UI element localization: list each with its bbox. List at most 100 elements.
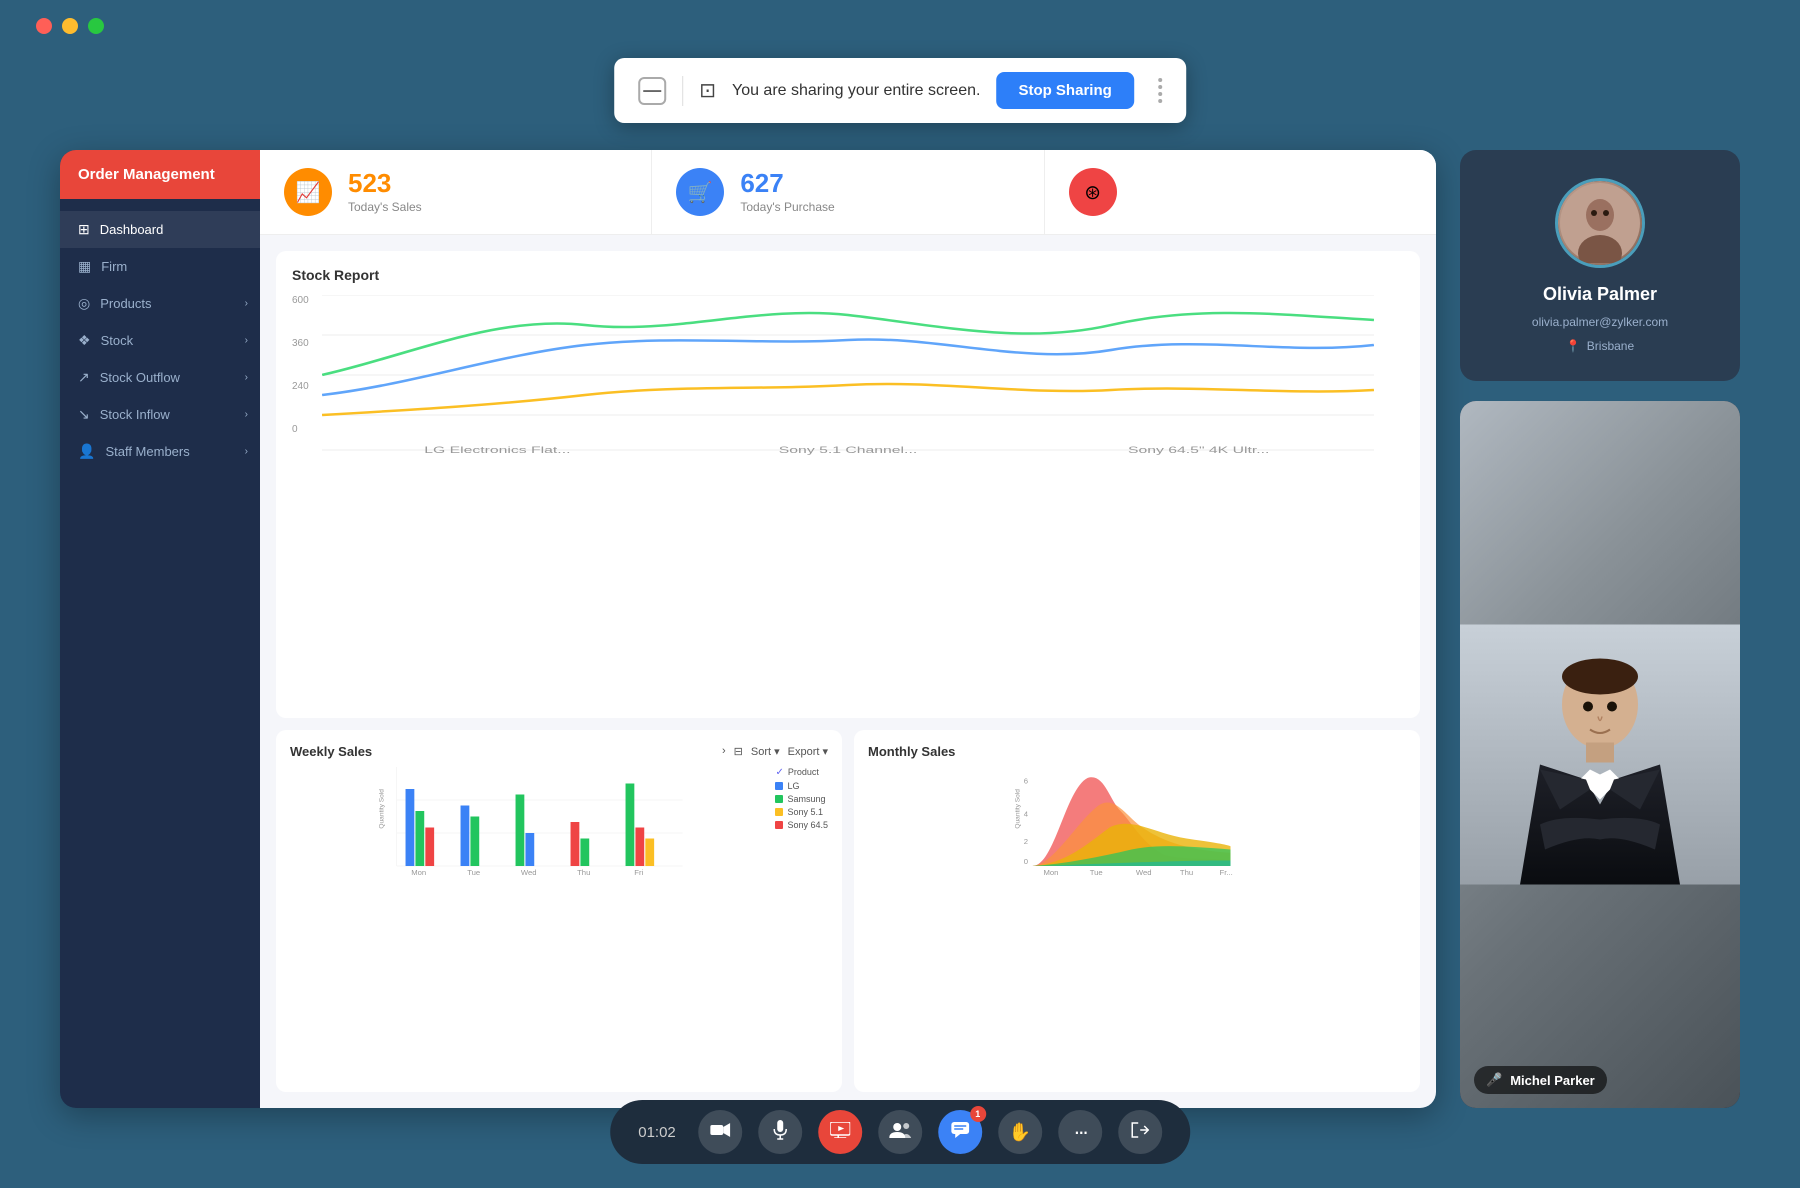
avatar-svg — [1560, 183, 1640, 263]
legend-samsung: Samsung — [775, 794, 828, 804]
weekly-chart-type-icon[interactable]: ⊟ — [734, 745, 743, 758]
stop-sharing-button[interactable]: Stop Sharing — [996, 72, 1133, 109]
sidebar-item-dashboard[interactable]: ⊞ Dashboard — [60, 211, 260, 248]
svg-text:Fr...: Fr... — [1220, 868, 1233, 877]
sidebar-item-staff[interactable]: 👤 Staff Members › — [60, 433, 260, 470]
svg-text:6: 6 — [1024, 776, 1028, 785]
purchase-info: 627 Today's Purchase — [740, 170, 834, 214]
stock-report-chart: 600 360 240 0 — [292, 295, 1404, 455]
screen-share-button[interactable] — [818, 1110, 862, 1154]
svg-text:Sony 5.1 Channel...: Sony 5.1 Channel... — [779, 445, 917, 455]
camera-button[interactable] — [698, 1110, 742, 1154]
avatar-ring — [1555, 178, 1645, 268]
sidebar-item-products[interactable]: ◎ Products › — [60, 285, 260, 322]
video-name-badge: 🎤 Michel Parker — [1474, 1066, 1607, 1094]
firm-icon: ▦ — [78, 258, 91, 275]
purchase-label: Today's Purchase — [740, 200, 834, 214]
sidebar-item-stock-outflow[interactable]: ↗ Stock Outflow › — [60, 359, 260, 396]
svg-text:Mon: Mon — [1044, 868, 1059, 877]
dashboard-main: 📈 523 Today's Sales 🛒 627 Today's Purcha… — [260, 150, 1436, 1108]
mac-window-controls — [36, 18, 104, 34]
monthly-sales-header: Monthly Sales — [868, 744, 1406, 759]
sales-info: 523 Today's Sales — [348, 170, 422, 214]
bottom-toolbar: 01:02 — [610, 1100, 1190, 1164]
stock-report-card: Stock Report 600 360 240 0 — [276, 251, 1420, 718]
svg-text:Mon: Mon — [411, 868, 426, 877]
sidebar-label-stock: Stock — [101, 333, 134, 348]
sidebar-label-firm: Firm — [101, 259, 127, 274]
legend-sony51: Sony 5.1 — [775, 807, 828, 817]
svg-text:Sony 64.5" 4K Ultr...: Sony 64.5" 4K Ultr... — [1128, 445, 1269, 455]
staff-icon: 👤 — [78, 443, 95, 460]
weekly-export-button[interactable]: Export ▾ — [788, 745, 828, 758]
monthly-area-chart: Quantity Sold — [868, 767, 1406, 877]
legend-sony64: Sony 64.5 — [775, 820, 828, 830]
inflow-arrow-icon: › — [245, 409, 248, 420]
screen-share-icon — [830, 1122, 850, 1143]
weekly-sales-title: Weekly Sales — [290, 744, 372, 759]
svg-text:Wed: Wed — [521, 868, 537, 877]
sidebar-nav: ⊞ Dashboard ▦ Firm ◎ Products › ❖ Stock … — [60, 199, 260, 482]
sales-value: 523 — [348, 170, 422, 196]
svg-text:Tue: Tue — [467, 868, 480, 877]
weekly-nav-icon[interactable]: › — [722, 745, 726, 757]
sidebar: Order Management ⊞ Dashboard ▦ Firm ◎ Pr… — [60, 150, 260, 1108]
video-mic-icon: 🎤 — [1486, 1072, 1502, 1088]
sidebar-label-staff: Staff Members — [105, 444, 189, 459]
video-card: 🎤 Michel Parker — [1460, 401, 1740, 1108]
call-timer: 01:02 — [638, 1124, 676, 1141]
participants-icon — [889, 1122, 911, 1143]
sidebar-label-dashboard: Dashboard — [100, 222, 164, 237]
stat-card-returns: ⊛ — [1045, 150, 1436, 234]
chat-button[interactable]: 1 — [938, 1110, 982, 1154]
svg-text:Fri: Fri — [634, 868, 643, 877]
leave-button[interactable] — [1118, 1110, 1162, 1154]
monthly-sales-card: Monthly Sales Quantity Sold — [854, 730, 1420, 1092]
legend-product: ✓ Product — [775, 767, 828, 778]
stock-inflow-icon: ↘ — [78, 406, 90, 423]
sidebar-item-stock[interactable]: ❖ Stock › — [60, 322, 260, 359]
sidebar-label-stock-outflow: Stock Outflow — [100, 370, 180, 385]
weekly-sales-card: Weekly Sales › ⊟ Sort ▾ Export ▾ — [276, 730, 842, 1092]
banner-minimize-button[interactable]: — — [638, 77, 666, 105]
mac-maximize-dot[interactable] — [88, 18, 104, 34]
avatar-image — [1558, 181, 1642, 265]
weekly-bar-chart: Quantity Sold — [290, 767, 767, 877]
outflow-arrow-icon: › — [245, 372, 248, 383]
weekly-sales-controls: › ⊟ Sort ▾ Export ▾ — [722, 745, 828, 758]
svg-text:Quantity Sold: Quantity Sold — [1014, 788, 1021, 828]
video-background — [1460, 401, 1740, 1108]
stat-card-purchase: 🛒 627 Today's Purchase — [652, 150, 1044, 234]
more-button[interactable]: ··· — [1058, 1110, 1102, 1154]
sidebar-label-stock-inflow: Stock Inflow — [100, 407, 170, 422]
contact-email: olivia.palmer@zylker.com — [1532, 315, 1668, 329]
staff-arrow-icon: › — [245, 446, 248, 457]
charts-area: Stock Report 600 360 240 0 — [260, 235, 1436, 1108]
location-icon: 📍 — [1566, 339, 1581, 353]
banner-drag-handle — [1158, 78, 1162, 103]
contact-name: Olivia Palmer — [1543, 284, 1657, 305]
video-person-name: Michel Parker — [1510, 1073, 1595, 1088]
reactions-icon: ✋ — [1009, 1122, 1031, 1143]
location-text: Brisbane — [1587, 339, 1634, 353]
stock-chart-svg: LG Electronics Flat... Sony 5.1 Channel.… — [292, 295, 1374, 455]
mac-minimize-dot[interactable] — [62, 18, 78, 34]
dashboard-icon: ⊞ — [78, 221, 90, 238]
dashboard-panel: Order Management ⊞ Dashboard ▦ Firm ◎ Pr… — [60, 150, 1436, 1108]
video-person-svg — [1460, 401, 1740, 1108]
sidebar-item-stock-inflow[interactable]: ↘ Stock Inflow › — [60, 396, 260, 433]
microphone-button[interactable] — [758, 1110, 802, 1154]
participants-button[interactable] — [878, 1110, 922, 1154]
mac-close-dot[interactable] — [36, 18, 52, 34]
contact-location: 📍 Brisbane — [1566, 339, 1634, 353]
stock-arrow-icon: › — [245, 335, 248, 346]
sales-icon: 📈 — [284, 168, 332, 216]
stat-card-sales: 📈 523 Today's Sales — [260, 150, 652, 234]
sidebar-item-firm[interactable]: ▦ Firm — [60, 248, 260, 285]
svg-text:Wed: Wed — [1136, 868, 1152, 877]
purchase-value: 627 — [740, 170, 834, 196]
legend-lg: LG — [775, 781, 828, 791]
leave-icon — [1131, 1122, 1149, 1143]
weekly-sort-button[interactable]: Sort ▾ — [751, 745, 780, 758]
reactions-button[interactable]: ✋ — [998, 1110, 1042, 1154]
